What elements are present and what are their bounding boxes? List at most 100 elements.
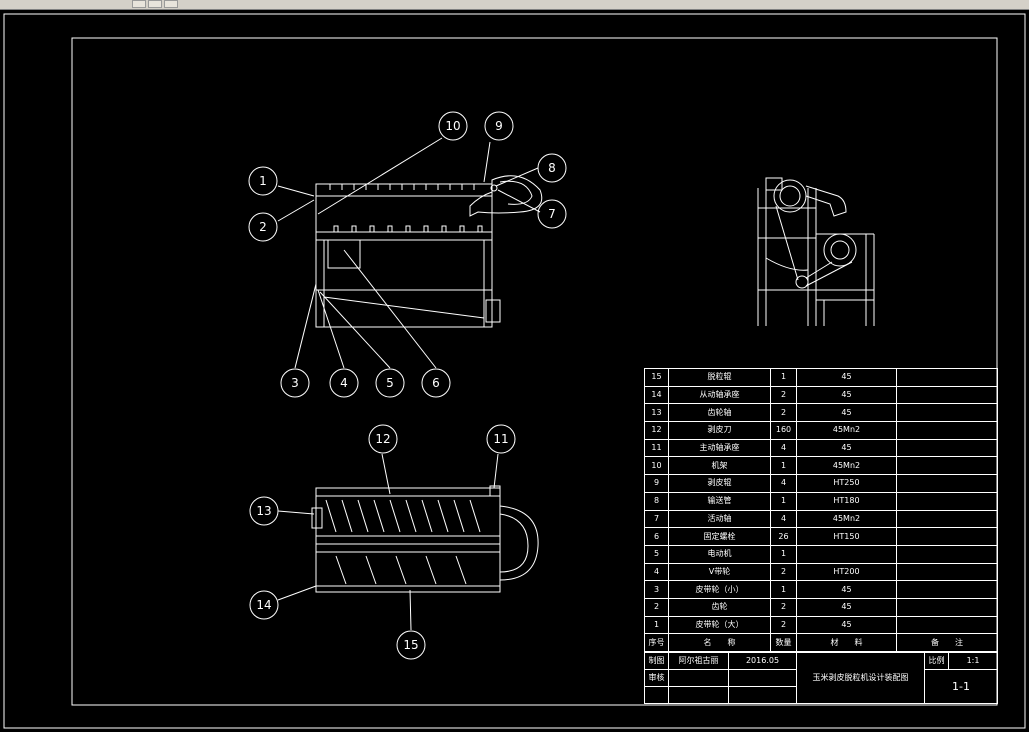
- parts-cell-qty: 2: [770, 403, 797, 423]
- parts-cell-name: 剥皮刀: [668, 421, 771, 440]
- parts-cell-qty: 2: [770, 385, 797, 405]
- parts-cell-material: HT150: [796, 527, 897, 546]
- parts-cell-no: 14: [644, 385, 669, 405]
- parts-cell-name: 皮带轮（大）: [668, 615, 771, 635]
- toolbar-icon-3[interactable]: [164, 0, 178, 8]
- parts-cell-name: 主动轴承座: [668, 438, 771, 458]
- callout-label: 3: [291, 376, 299, 390]
- parts-row: 5 电动机 1: [644, 544, 998, 564]
- parts-cell-material: [796, 544, 897, 564]
- parts-cell-remark: [896, 438, 998, 458]
- parts-cell-qty: 26: [770, 527, 797, 546]
- parts-list: 15 脱粒辊 1 45 14 从动轴承座 2 45 13 齿轮轴 2 45 12 剥皮刀 160 45Mn2 1…: [644, 368, 998, 652]
- parts-cell-name: V带轮: [668, 562, 771, 582]
- parts-cell-no: 10: [644, 456, 669, 476]
- parts-cell-qty: 2: [770, 562, 797, 582]
- parts-cell-remark: [896, 421, 998, 440]
- title-block: 制图 阿尔祖古丽 2016.05 玉米剥皮脱粒机设计装配图 比例 1:1 审核 …: [644, 652, 998, 704]
- parts-cell-name: 从动轴承座: [668, 385, 771, 405]
- parts-cell-qty: 4: [770, 509, 797, 529]
- parts-list-header: 序号 名 称 数量 材 料 备 注: [644, 633, 998, 652]
- parts-row: 10 机架 1 45Mn2: [644, 456, 998, 476]
- parts-cell-material: 45Mn2: [796, 456, 897, 476]
- parts-cell-qty: 2: [770, 615, 797, 635]
- toolbar-icon-1[interactable]: [132, 0, 146, 8]
- parts-cell-no: 13: [644, 403, 669, 423]
- screw-flights: [325, 499, 481, 533]
- parts-cell-no: 9: [644, 474, 669, 493]
- front-view: [315, 175, 543, 328]
- parts-cell-name: 活动轴: [668, 509, 771, 529]
- parts-cell-remark: [896, 562, 998, 582]
- parts-cell-no: 6: [644, 527, 669, 546]
- callout-label: 4: [340, 376, 348, 390]
- parts-cell-remark: [896, 474, 998, 493]
- parts-cell-name: 电动机: [668, 544, 771, 564]
- toolbar-strip: [0, 0, 1029, 10]
- parts-cell-remark: [896, 403, 998, 423]
- parts-cell-qty: 1: [770, 456, 797, 476]
- callout-label: 1: [259, 174, 267, 188]
- parts-row: 6 固定螺栓 26 HT150: [644, 527, 998, 546]
- parts-cell-material: 45: [796, 597, 897, 617]
- parts-cell-no: 12: [644, 421, 669, 440]
- parts-cell-qty: 160: [770, 421, 797, 440]
- parts-cell-qty: 2: [770, 597, 797, 617]
- header-remark: 备 注: [896, 633, 998, 652]
- parts-cell-qty: 4: [770, 474, 797, 493]
- scale-value: 1:1: [948, 652, 998, 670]
- parts-cell-material: 45Mn2: [796, 421, 897, 440]
- parts-cell-remark: [896, 368, 998, 387]
- parts-cell-remark: [896, 509, 998, 529]
- parts-cell-qty: 1: [770, 368, 797, 387]
- parts-cell-remark: [896, 491, 998, 511]
- parts-row: 15 脱粒辊 1 45: [644, 368, 998, 387]
- parts-cell-material: 45: [796, 368, 897, 387]
- parts-cell-no: 8: [644, 491, 669, 511]
- blade-ticks-top: [329, 184, 475, 190]
- sheet-number: 1-1: [924, 669, 998, 704]
- parts-cell-no: 2: [644, 597, 669, 617]
- callout-label: 11: [493, 432, 508, 446]
- drawing-title: 玉米剥皮脱粒机设计装配图: [796, 652, 925, 704]
- parts-cell-no: 5: [644, 544, 669, 564]
- parts-row: 1 皮带轮（大） 2 45: [644, 615, 998, 635]
- parts-row: 8 输送管 1 HT180: [644, 491, 998, 511]
- parts-row: 3 皮带轮（小） 1 45: [644, 580, 998, 599]
- callout-label: 2: [259, 220, 267, 234]
- parts-cell-no: 4: [644, 562, 669, 582]
- header-name: 名 称: [668, 633, 771, 652]
- parts-row: 12 剥皮刀 160 45Mn2: [644, 421, 998, 440]
- header-no: 序号: [644, 633, 669, 652]
- drawn-date: 2016.05: [728, 652, 797, 670]
- parts-cell-remark: [896, 527, 998, 546]
- side-view: [757, 177, 875, 326]
- callout-label: 9: [495, 119, 503, 133]
- parts-cell-no: 7: [644, 509, 669, 529]
- parts-cell-material: HT250: [796, 474, 897, 493]
- callout-label: 13: [256, 504, 271, 518]
- callout-label: 5: [386, 376, 394, 390]
- parts-cell-material: HT180: [796, 491, 897, 511]
- parts-cell-name: 齿轮轴: [668, 403, 771, 423]
- parts-cell-name: 皮带轮（小）: [668, 580, 771, 599]
- parts-cell-material: 45Mn2: [796, 509, 897, 529]
- parts-cell-qty: 1: [770, 580, 797, 599]
- parts-cell-no: 15: [644, 368, 669, 387]
- header-material: 材 料: [796, 633, 897, 652]
- drawn-label: 制图: [644, 652, 669, 670]
- parts-cell-material: 45: [796, 438, 897, 458]
- parts-cell-name: 机架: [668, 456, 771, 476]
- parts-cell-material: 45: [796, 403, 897, 423]
- parts-row: 11 主动轴承座 4 45: [644, 438, 998, 458]
- blade-ticks-mid: [333, 225, 483, 233]
- parts-cell-material: 45: [796, 580, 897, 599]
- top-view: [311, 485, 539, 593]
- header-qty: 数量: [770, 633, 797, 652]
- parts-cell-remark: [896, 456, 998, 476]
- parts-cell-no: 1: [644, 615, 669, 635]
- toolbar-icon-2[interactable]: [148, 0, 162, 8]
- callout-label: 14: [256, 598, 271, 612]
- parts-cell-remark: [896, 615, 998, 635]
- callout-label: 6: [432, 376, 440, 390]
